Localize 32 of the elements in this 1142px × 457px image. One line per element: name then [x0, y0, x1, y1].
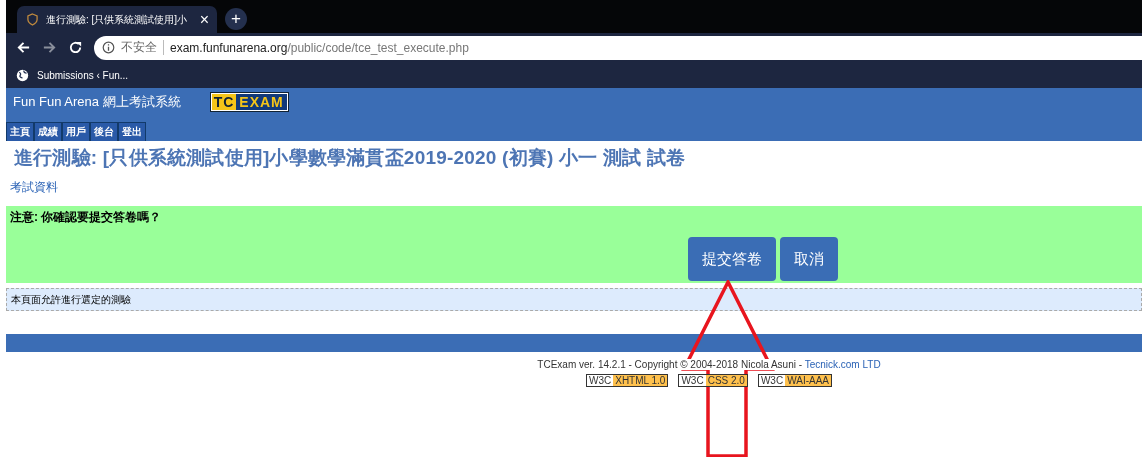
globe-icon	[16, 68, 29, 82]
shield-icon	[27, 13, 38, 26]
help-text: 本頁面允許進行選定的測驗	[6, 288, 1142, 311]
nav-button[interactable]: 登出	[118, 122, 146, 141]
nav-button[interactable]: 用戶	[62, 122, 90, 141]
footer-copyright: TCExam ver. 14.2.1 - Copyright © 2004-2018 Nicola Asuni - Tecnick.com LTD	[536, 359, 882, 370]
bookmark[interactable]: Submissions ‹ Fun...	[16, 68, 129, 82]
company-link[interactable]: Tecnick.com LTD	[804, 359, 881, 370]
site-title: Fun Fun Arena 網上考試系統	[13, 93, 181, 111]
url-text: exam.funfunarena.org/public/code/tce_test_execute.php	[170, 40, 469, 55]
confirm-message: 注意: 你確認要提交答卷嗎？	[10, 209, 163, 226]
browser-tab[interactable]: 進行測驗: [只供系統測試使用]小 ×	[17, 6, 217, 33]
nav-button[interactable]: 後台	[90, 122, 118, 141]
tab-title: 進行測驗: [只供系統測試使用]小	[46, 12, 189, 27]
w3c-badge[interactable]: W3C CSS 2.0	[678, 374, 748, 387]
nav-button[interactable]: 成績	[34, 122, 62, 141]
forward-icon[interactable]	[42, 40, 57, 55]
submit-button[interactable]: 提交答卷	[688, 237, 776, 281]
exam-info-link[interactable]: 考試資料	[10, 179, 1142, 196]
security-label: 不安全	[121, 39, 157, 56]
w3c-badge[interactable]: W3C WAI-AAA	[757, 374, 832, 387]
close-tab-button[interactable]: ×	[199, 11, 209, 28]
info-icon	[102, 41, 115, 54]
w3c-badge[interactable]: W3C XHTML 1.0	[586, 374, 669, 387]
new-tab-button[interactable]: +	[225, 8, 247, 30]
reload-icon[interactable]	[68, 40, 83, 55]
logo: TC EXAM	[210, 93, 288, 111]
back-icon[interactable]	[16, 40, 31, 55]
address-bar[interactable]: 不安全 exam.funfunarena.org/public/code/tce_test_execute.php	[94, 35, 1142, 60]
nav-button[interactable]: 主頁	[6, 122, 34, 141]
cancel-button[interactable]: 取消	[780, 237, 838, 281]
page-title: 進行測驗: [只供系統測試使用]小學數學滿貫盃2019-2020 (初賽) 小一 測試 試卷	[14, 146, 687, 170]
